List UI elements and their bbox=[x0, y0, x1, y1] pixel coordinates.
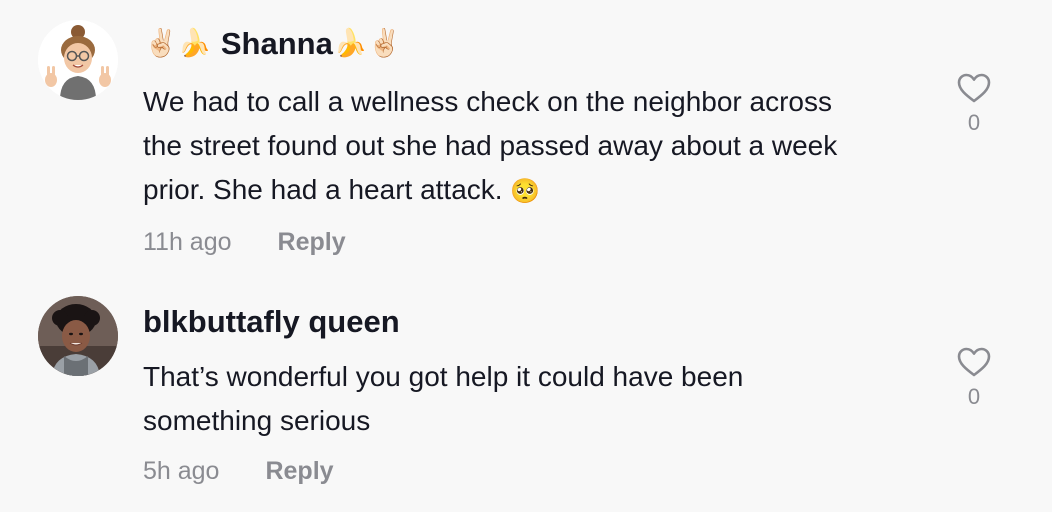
pleading-face-emoji: 🥺 bbox=[510, 178, 541, 205]
comment-text: We had to call a wellness check on the n… bbox=[143, 80, 863, 214]
username-text: Shanna bbox=[220, 26, 333, 61]
comment-meta: 5h ago Reply bbox=[143, 457, 334, 486]
heart-outline-icon bbox=[957, 347, 991, 377]
username-prefix-emoji: ✌🏻🍌 bbox=[144, 28, 212, 58]
avatar[interactable] bbox=[38, 20, 118, 100]
username[interactable]: ✌🏻🍌 Shanna🍌✌🏻 bbox=[143, 26, 402, 62]
profile-photo-icon bbox=[38, 296, 118, 376]
like-button[interactable]: 0 bbox=[948, 72, 1000, 136]
comment-item: blkbuttafly queen That’s wonderful you g… bbox=[0, 290, 1052, 512]
comment-text: That’s wonderful you got help it could h… bbox=[143, 361, 744, 436]
timestamp: 11h ago bbox=[143, 228, 232, 256]
avatar[interactable] bbox=[38, 296, 118, 376]
memoji-avatar-icon bbox=[38, 20, 118, 100]
like-button[interactable]: 0 bbox=[948, 346, 1000, 410]
comment-meta: 11h ago Reply bbox=[143, 228, 346, 257]
comment-body: We had to call a wellness check on the n… bbox=[143, 86, 838, 205]
heart-outline-icon bbox=[957, 73, 991, 103]
like-count: 0 bbox=[967, 384, 981, 409]
like-count: 0 bbox=[967, 110, 981, 135]
comment-item: ✌🏻🍌 Shanna🍌✌🏻 We had to call a wellness … bbox=[0, 0, 1052, 290]
comments-list: ✌🏻🍌 Shanna🍌✌🏻 We had to call a wellness … bbox=[0, 0, 1052, 512]
reply-button[interactable]: Reply bbox=[265, 457, 333, 485]
username-suffix-emoji: 🍌✌🏻 bbox=[333, 28, 402, 58]
timestamp: 5h ago bbox=[143, 457, 220, 485]
reply-button[interactable]: Reply bbox=[278, 228, 346, 256]
username[interactable]: blkbuttafly queen bbox=[143, 304, 400, 340]
